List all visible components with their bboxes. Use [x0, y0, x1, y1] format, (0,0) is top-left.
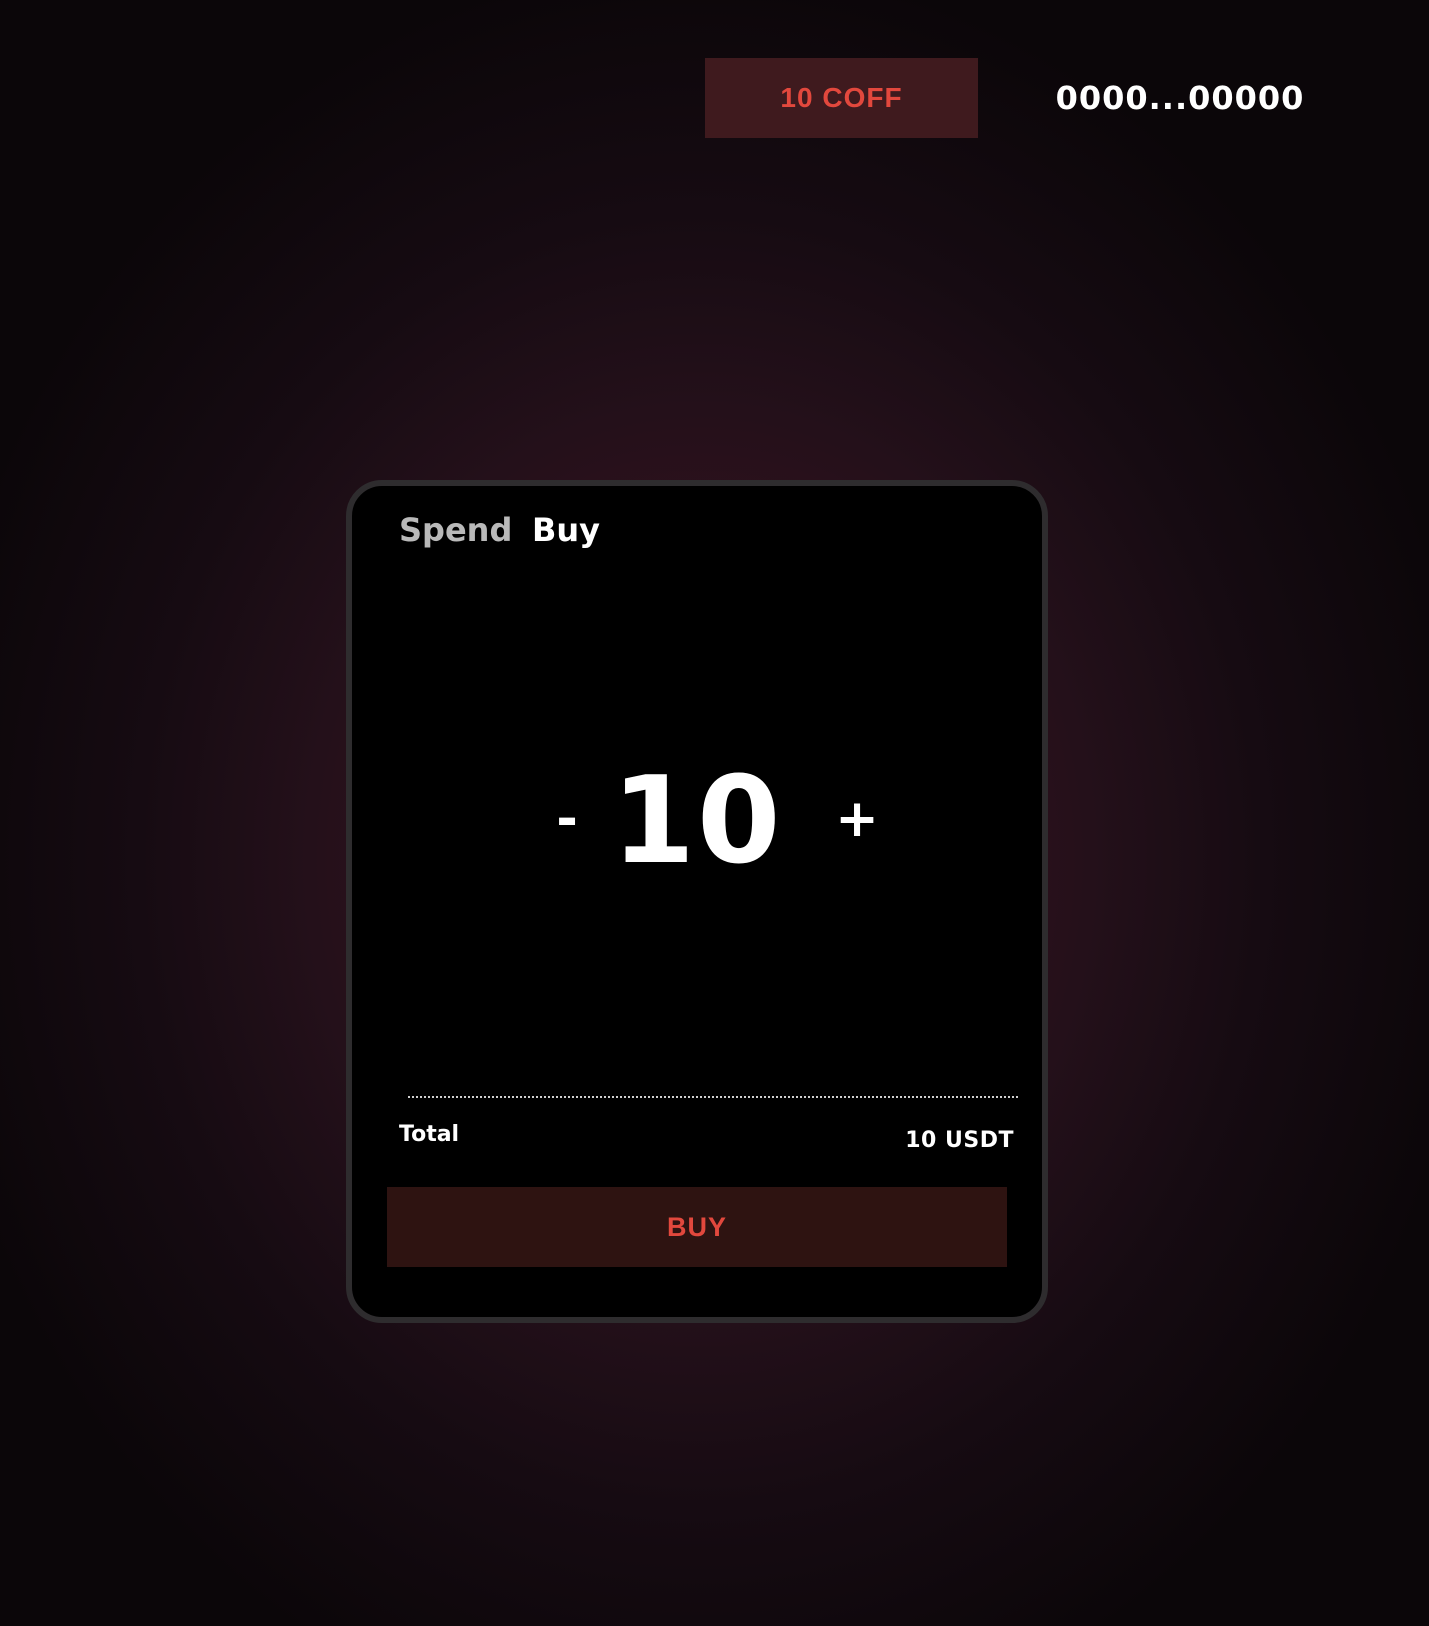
- tab-buy[interactable]: Buy: [532, 514, 600, 546]
- quantity-stepper: - 10 +: [352, 752, 1042, 896]
- tab-spend[interactable]: Spend: [399, 514, 512, 546]
- wallet-address[interactable]: 0000...00000: [1040, 58, 1320, 138]
- purchase-card: Spend Buy - 10 + Total 10 USDT BUY: [346, 480, 1048, 1323]
- increment-button[interactable]: +: [832, 784, 882, 854]
- quantity-value[interactable]: 10: [612, 752, 782, 891]
- total-label: Total: [399, 1122, 460, 1147]
- buy-button[interactable]: BUY: [387, 1187, 1007, 1267]
- decrement-button[interactable]: -: [542, 784, 592, 854]
- total-value: 10 USDT: [905, 1128, 1014, 1153]
- dotted-divider: [408, 1096, 1018, 1098]
- balance-badge[interactable]: 10 COFF: [705, 58, 978, 138]
